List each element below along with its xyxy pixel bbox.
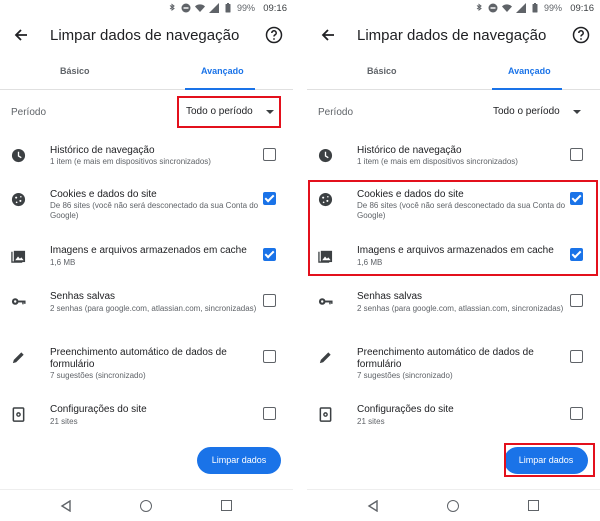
clock: 09:16 bbox=[570, 3, 594, 14]
option-subtitle: 2 senhas (para google.com, atlassian.com… bbox=[357, 304, 564, 313]
option-title: Imagens e arquivos armazenados em cache bbox=[50, 245, 247, 256]
clock: 09:16 bbox=[263, 3, 287, 14]
option-subtitle: 7 sugestões (sincronizado) bbox=[357, 371, 453, 380]
option-subtitle: 1 item (e mais em dispositivos sincroniz… bbox=[50, 157, 211, 166]
cache-checkbox[interactable] bbox=[263, 248, 276, 261]
signal-icon bbox=[208, 3, 219, 13]
status-bar: 99% 09:16 bbox=[0, 0, 293, 18]
pencil-icon bbox=[319, 352, 331, 364]
back-arrow-icon[interactable] bbox=[319, 26, 337, 44]
page-title: Limpar dados de navegação bbox=[357, 27, 547, 44]
divider bbox=[293, 0, 307, 521]
key-icon bbox=[318, 298, 333, 305]
tab-basic[interactable]: Básico bbox=[367, 66, 397, 76]
option-subtitle: 1,6 MB bbox=[50, 258, 76, 267]
battery-percent: 99% bbox=[236, 3, 255, 13]
option-title: Senhas salvas bbox=[357, 291, 423, 302]
option-subtitle: 7 sugestões (sincronizado) bbox=[50, 371, 146, 380]
right-screenshot: 99% 09:16 Limpar dados de navegação Bási… bbox=[307, 0, 600, 521]
nav-recents-icon[interactable] bbox=[528, 500, 539, 511]
chevron-down-icon bbox=[573, 110, 581, 114]
option-subtitle: 1 item (e mais em dispositivos sincroniz… bbox=[357, 157, 518, 166]
bluetooth-icon bbox=[476, 3, 482, 11]
help-icon[interactable] bbox=[572, 26, 590, 44]
page-title: Limpar dados de navegação bbox=[50, 27, 240, 44]
site-settings-icon bbox=[12, 407, 25, 422]
history-icon bbox=[11, 148, 26, 163]
option-subtitle: 21 sites bbox=[357, 417, 385, 426]
passwords-checkbox[interactable] bbox=[570, 294, 583, 307]
help-icon[interactable] bbox=[265, 26, 283, 44]
tab-advanced[interactable]: Avançado bbox=[201, 66, 244, 76]
passwords-checkbox[interactable] bbox=[263, 294, 276, 307]
nav-home-icon[interactable] bbox=[447, 500, 459, 512]
option-title: Configurações do site bbox=[357, 404, 454, 415]
signal-icon bbox=[515, 3, 526, 13]
autofill-checkbox[interactable] bbox=[263, 350, 276, 363]
option-title: Histórico de navegação bbox=[357, 145, 462, 156]
do-not-disturb-icon bbox=[488, 3, 498, 13]
option-subtitle: De 86 sites (você não será desconectado … bbox=[50, 201, 259, 220]
nav-home-icon[interactable] bbox=[140, 500, 152, 512]
history-icon bbox=[318, 148, 333, 163]
tab-bar: Básico Avançado bbox=[307, 58, 600, 90]
highlight-clear-button bbox=[504, 443, 595, 477]
option-title: Cookies e dados do site bbox=[50, 189, 157, 200]
history-checkbox[interactable] bbox=[263, 148, 276, 161]
nav-back-icon[interactable] bbox=[367, 500, 379, 512]
status-bar: 99% 09:16 bbox=[307, 0, 600, 18]
bluetooth-icon bbox=[169, 3, 175, 11]
option-title: Histórico de navegação bbox=[50, 145, 155, 156]
option-title: Preenchimento automático de dados de for… bbox=[50, 347, 227, 370]
image-icon bbox=[11, 250, 26, 263]
tab-basic[interactable]: Básico bbox=[60, 66, 90, 76]
tab-advanced[interactable]: Avançado bbox=[508, 66, 551, 76]
system-nav-bar bbox=[307, 489, 600, 521]
left-screenshot: 99% 09:16 Limpar dados de navegação Bási… bbox=[0, 0, 293, 521]
site-settings-icon bbox=[319, 407, 332, 422]
key-icon bbox=[11, 298, 26, 305]
site-settings-checkbox[interactable] bbox=[263, 407, 276, 420]
cookies-checkbox[interactable] bbox=[263, 192, 276, 205]
option-subtitle: 21 sites bbox=[50, 417, 78, 426]
battery-percent: 99% bbox=[543, 3, 562, 13]
period-value: Todo o período bbox=[493, 106, 560, 117]
period-label: Período bbox=[318, 107, 354, 118]
app-bar: Limpar dados de navegação bbox=[307, 18, 600, 54]
system-nav-bar bbox=[0, 489, 293, 521]
tab-indicator bbox=[185, 88, 255, 90]
option-title: Configurações do site bbox=[50, 404, 147, 415]
clear-data-button[interactable]: Limpar dados bbox=[197, 447, 281, 474]
battery-icon bbox=[225, 3, 231, 13]
option-title: Senhas salvas bbox=[50, 291, 116, 302]
nav-recents-icon[interactable] bbox=[221, 500, 232, 511]
pencil-icon bbox=[12, 352, 24, 364]
tab-indicator bbox=[492, 88, 562, 90]
highlight-period bbox=[177, 96, 281, 128]
period-label: Período bbox=[11, 107, 47, 118]
option-title: Preenchimento automático de dados de for… bbox=[357, 347, 534, 370]
battery-icon bbox=[532, 3, 538, 13]
site-settings-checkbox[interactable] bbox=[570, 407, 583, 420]
cookie-icon bbox=[11, 192, 26, 207]
app-bar: Limpar dados de navegação bbox=[0, 18, 293, 54]
highlight-selected-options bbox=[308, 180, 598, 276]
period-dropdown[interactable]: Todo o período bbox=[485, 97, 588, 127]
back-arrow-icon[interactable] bbox=[12, 26, 30, 44]
option-subtitle: 2 senhas (para google.com, atlassian.com… bbox=[50, 304, 257, 313]
nav-back-icon[interactable] bbox=[60, 500, 72, 512]
autofill-checkbox[interactable] bbox=[570, 350, 583, 363]
wifi-icon bbox=[194, 4, 205, 12]
wifi-icon bbox=[501, 4, 512, 12]
tab-bar: Básico Avançado bbox=[0, 58, 293, 90]
history-checkbox[interactable] bbox=[570, 148, 583, 161]
do-not-disturb-icon bbox=[181, 3, 191, 13]
